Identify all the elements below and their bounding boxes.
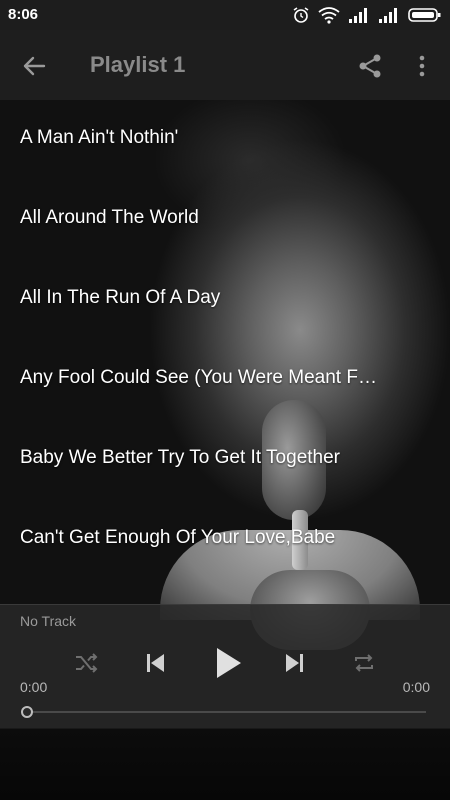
track-list: A Man Ain't Nothin' All Around The World… [0,100,450,605]
seek-bar[interactable] [21,706,426,718]
page-title: Playlist 1 [90,52,186,77]
share-button[interactable] [356,52,384,80]
more-options-button[interactable] [410,52,434,80]
share-icon [356,54,384,84]
music-player-screen: 8:06 Playlist 1 A Man Ain't Nothin' All … [0,0,450,800]
seek-bar-thumb[interactable] [21,706,33,718]
track-title: Baby We Better Try To Get It Together [20,447,340,468]
now-playing-label: No Track [20,613,77,629]
back-button[interactable] [20,52,48,80]
shuffle-icon [73,650,99,681]
shuffle-button[interactable] [68,647,104,683]
wifi-icon [318,6,340,24]
track-title: All In The Run Of A Day [20,287,221,308]
repeat-button[interactable] [346,647,382,683]
previous-icon [142,650,168,681]
signal-icon [378,6,400,24]
alarm-icon [292,6,310,24]
play-icon [212,646,244,685]
track-list-item[interactable]: All In The Run Of A Day [0,260,450,340]
player-panel: No Track 0:00 0:00 [0,604,450,729]
battery-icon [408,6,442,24]
status-bar: 8:06 [0,0,450,30]
track-title: A Man Ain't Nothin' [20,127,179,148]
next-icon [282,650,308,681]
track-list-item[interactable]: Baby We Better Try To Get It Together [0,420,450,500]
track-list-item[interactable]: A Man Ain't Nothin' [0,100,450,180]
elapsed-time: 0:00 [20,679,48,695]
arrow-left-icon [20,56,48,84]
track-list-item[interactable]: Can't Get Enough Of Your Love,Babe [0,500,450,580]
repeat-icon [351,650,377,681]
status-icons [292,6,442,24]
signal-icon [348,6,370,24]
previous-button[interactable] [137,647,173,683]
play-button[interactable] [208,645,248,685]
track-list-item[interactable]: Any Fool Could See (You Were Meant For M… [0,340,450,420]
track-title: All Around The World [20,207,199,228]
track-list-item[interactable]: All Around The World [0,180,450,260]
total-duration: 0:00 [402,679,430,695]
status-time: 8:06 [8,6,39,23]
next-button[interactable] [277,647,313,683]
bottom-background [0,728,450,800]
track-title: Any Fool Could See (You Were Meant For M… [20,367,380,388]
app-bar: Playlist 1 [0,30,450,100]
track-title: Can't Get Enough Of Your Love,Babe [20,527,336,548]
more-vertical-icon [410,55,434,84]
